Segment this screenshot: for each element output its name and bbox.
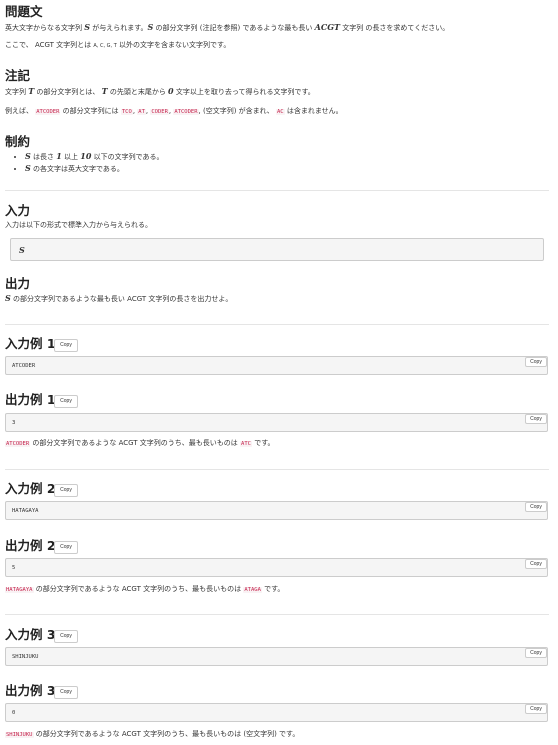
copy-button[interactable]: Copy <box>54 541 78 554</box>
copy-button[interactable]: Copy <box>54 484 78 497</box>
list-item: S は長さ 1 以上 10 以下の文字列である。 <box>25 151 164 163</box>
sample-1-explanation: ATCODER の部分文字列であるような ACGT 文字列のうち、最も長いものは… <box>5 439 275 447</box>
sample-3-explanation: SHINJUKU の部分文字列であるような ACGT 文字列のうち、最も長いもの… <box>5 730 300 738</box>
sample-input-2-title: 入力例 2 <box>5 481 56 496</box>
statement-line-2: ここで、 ACGT 文字列とは A, C, G, T 以外の文字を含まない文字列… <box>5 41 231 49</box>
notes-line-1: 文字列 T の部分文字列とは、 T の先頭と末尾から 0 文字以上を取り去って得… <box>5 86 315 96</box>
input-title: 入力 <box>5 203 31 218</box>
input-format-box: S <box>10 238 544 261</box>
copy-button[interactable]: Copy <box>525 704 547 714</box>
copy-button[interactable]: Copy <box>54 395 78 408</box>
divider <box>5 324 549 325</box>
statement-line-1: 英大文字からなる文字列 S が与えられます。S の部分文字列 (注記を参照) で… <box>5 22 450 32</box>
notes-line-2: 例えば、 ATCODER の部分文字列には TCO, AT, CODER, AT… <box>5 107 343 115</box>
sample-output-1-box[interactable]: 3 Copy <box>5 413 548 432</box>
divider <box>5 469 549 470</box>
copy-button[interactable]: Copy <box>525 502 547 512</box>
sample-input-1-title: 入力例 1 <box>5 336 56 351</box>
sample-2-explanation: HATAGAYA の部分文字列であるような ACGT 文字列のうち、最も長いもの… <box>5 585 285 593</box>
input-desc: 入力は以下の形式で標準入力から与えられる。 <box>5 221 152 229</box>
statement-title: 問題文 <box>5 4 43 19</box>
divider <box>5 614 549 615</box>
sample-output-3-title: 出力例 3 <box>5 683 56 698</box>
letters-list: A, C, G, T <box>93 43 117 49</box>
sample-input-2-box[interactable]: HATAGAYA Copy <box>5 501 548 520</box>
sample-output-2-box[interactable]: 5 Copy <box>5 558 548 577</box>
code-example: ATCODER <box>35 109 61 115</box>
constraints-list: S は長さ 1 以上 10 以下の文字列である。 S の各文字は英大文字である。 <box>5 151 164 175</box>
list-item: S の各文字は英大文字である。 <box>25 163 164 175</box>
sample-output-1-title: 出力例 1 <box>5 392 56 407</box>
sample-output-2-title: 出力例 2 <box>5 538 56 553</box>
copy-button[interactable]: Copy <box>54 339 78 352</box>
divider <box>5 190 549 191</box>
input-format-var: S <box>19 245 25 255</box>
copy-button[interactable]: Copy <box>54 686 78 699</box>
notes-title: 注記 <box>5 68 31 83</box>
sample-input-3-title: 入力例 3 <box>5 627 56 642</box>
copy-button[interactable]: Copy <box>525 414 547 424</box>
copy-button[interactable]: Copy <box>525 357 547 367</box>
copy-button[interactable]: Copy <box>525 648 547 658</box>
copy-button[interactable]: Copy <box>525 559 547 569</box>
sample-output-3-box[interactable]: 0 Copy <box>5 703 548 722</box>
problem-page: 問題文 英大文字からなる文字列 S が与えられます。S の部分文字列 (注記を参… <box>0 0 558 745</box>
sample-input-1-box[interactable]: ATCODER Copy <box>5 356 548 375</box>
output-title: 出力 <box>5 276 31 291</box>
acgt-math: ACGT <box>314 22 340 32</box>
copy-button[interactable]: Copy <box>54 630 78 643</box>
sample-input-3-box[interactable]: SHINJUKU Copy <box>5 647 548 666</box>
output-desc: S の部分文字列であるような最も長い ACGT 文字列の長さを出力せよ。 <box>5 293 233 303</box>
constraints-title: 制約 <box>5 134 31 149</box>
